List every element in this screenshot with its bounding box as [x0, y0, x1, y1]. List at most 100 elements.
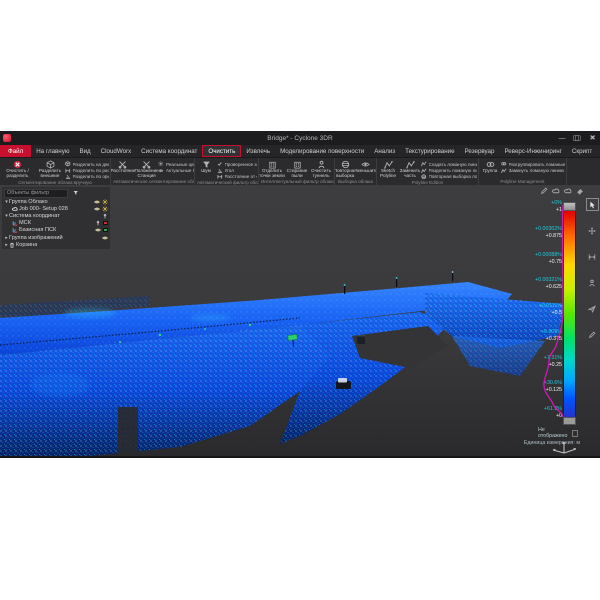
not-displayed-swatch[interactable] — [572, 430, 578, 437]
scale-value: +0.75 — [549, 260, 562, 265]
scale-value: +0.125 — [546, 388, 562, 393]
replace-part-button[interactable]: Заменить часть — [399, 159, 421, 179]
resample-polyline-icon — [421, 174, 427, 180]
intensity-button[interactable]: Актуальные блики — [158, 167, 194, 173]
tab-script[interactable]: Скрипт — [567, 145, 597, 157]
scale-value: +0.375 — [546, 337, 562, 342]
tab-surface-modeling[interactable]: Моделирование поверхности — [275, 145, 369, 157]
ungroup-icon — [501, 161, 507, 167]
scale-value: +0.625 — [546, 285, 562, 290]
segment-by-distance-button[interactable]: Расстояние — [111, 159, 135, 179]
tree-item-image-group[interactable]: ▸ Группа изображений — [4, 234, 108, 241]
ribbon-group-manual-segmentation: Очистить / разделить Разделить внешние т… — [0, 158, 111, 185]
segment-by-station-button[interactable]: Положение Станция — [135, 159, 159, 179]
viewport-3d[interactable]: ▾ Группа Облако Job 000- Setup 028 ▾ Сис… — [0, 185, 600, 456]
close-polyline-button[interactable]: Замкнуть ломаную линию — [501, 167, 565, 173]
tree-item-cloud-group[interactable]: ▾ Группа Облако — [4, 198, 108, 205]
scale-percent: +0.00088% — [535, 253, 562, 258]
sketch-polyline-button[interactable]: Sketch Polyline — [377, 159, 399, 179]
ribbon-group-polyline-management: Группа Разгруппировать ломаные линии Зам… — [479, 158, 567, 185]
create-polyline-icon — [421, 161, 427, 167]
pencil-tool-button[interactable] — [539, 186, 549, 196]
dust-removal-button[interactable]: Стирание пыли — [285, 159, 309, 179]
resample-button[interactable]: Повторная выборка — [335, 159, 356, 179]
group-polylines-button[interactable]: Группа — [479, 159, 501, 179]
checked-value-icon — [217, 161, 223, 167]
scale-gradient — [563, 211, 576, 417]
color-chip-green[interactable] — [103, 228, 108, 232]
cloud-grab-alt-button[interactable] — [563, 186, 573, 196]
scale-percent: +0.00302% — [535, 227, 562, 232]
noise-filter-button[interactable]: Шум — [195, 159, 217, 179]
scale-foot[interactable] — [563, 417, 576, 425]
tree-item-basis-ucs[interactable]: Базисная ПСК — [12, 227, 108, 234]
tree-item-coordinate-systems[interactable]: ▾ Система координат — [4, 212, 108, 219]
clean-divide-button[interactable]: Очистить / разделить — [0, 159, 35, 179]
scale-value: +1 — [556, 208, 562, 213]
axes-icon — [12, 227, 18, 233]
reduce-button[interactable]: Уменьшить — [356, 159, 377, 179]
scale-percent: +0.0111% — [539, 304, 562, 309]
tree-item-recycle-bin[interactable]: ▸ Корзина — [4, 241, 108, 248]
scale-value: +0.875 — [546, 234, 562, 239]
color-chip-red[interactable] — [103, 221, 108, 225]
filter-funnel-button[interactable] — [70, 189, 81, 198]
tab-clean[interactable]: Очистить — [202, 145, 241, 157]
split-polyline-icon — [421, 168, 427, 174]
cloud-grab-button[interactable] — [551, 186, 561, 196]
ribbon: Очистить / разделить Разделить внешние т… — [0, 158, 600, 185]
scale-percent: +7.31% — [544, 356, 562, 361]
scale-percent: +30.6% — [544, 381, 562, 386]
split-outer-points-button[interactable]: Разделить внешние точки — [35, 159, 65, 179]
minimize-button[interactable]: – — [559, 135, 563, 142]
scale-value: +0.25 — [549, 363, 562, 368]
navigation-axes-gizmo[interactable] — [546, 438, 582, 456]
cloud-eraser-button[interactable] — [575, 186, 585, 196]
tab-extract[interactable]: Извлечь — [241, 145, 275, 157]
eye-icon[interactable] — [102, 235, 108, 241]
tab-home[interactable]: На главную — [31, 145, 74, 157]
tab-cloudworx[interactable]: CloudWorx — [96, 145, 137, 157]
tab-tank[interactable]: Резервуар — [460, 145, 500, 157]
angle-icon — [217, 168, 223, 174]
tab-view[interactable]: Вид — [74, 145, 95, 157]
ribbon-group-polyline-edition: Sketch Polyline Заменить часть Создать л… — [377, 158, 479, 185]
ribbon-group-cloud-sampling: Повторная выборка Уменьшить Выборка обла… — [335, 158, 377, 185]
screenshot: Bridge* - Cyclone 3DR – ▢ ✕ – ▢ ✕ Файл Н… — [0, 0, 600, 600]
tree-item-msk[interactable]: МСК — [12, 220, 108, 227]
tab-reverse-engineering[interactable]: Реверс-Инжиниринг — [499, 145, 566, 157]
panel-menu-button[interactable] — [83, 189, 93, 197]
ribbon-group-auto-filter: Шум Проверенное значение Угол Расстояние… — [195, 158, 259, 185]
object-filter-input[interactable] — [4, 189, 68, 198]
split-distance-icon — [65, 168, 71, 174]
close-button[interactable]: ✕ — [589, 135, 595, 142]
window-title: Bridge* - Cyclone 3DR — [0, 135, 600, 142]
elevation-color-scale: +0% +1 +0.00302% +0.875 +0.00088% +0.75 … — [538, 199, 600, 445]
trash-icon — [9, 242, 15, 248]
split-orientation-icon — [65, 174, 71, 180]
scale-percent: +61.2% — [544, 407, 562, 412]
tree-item-scan-setup[interactable]: Job 000- Setup 028 — [12, 205, 108, 212]
scanner-distance-icon — [217, 174, 223, 180]
shadow-strip — [118, 407, 138, 456]
tab-texturing[interactable]: Текстурирование — [400, 145, 459, 157]
intensity-icon — [158, 168, 164, 174]
eye-icon[interactable] — [94, 206, 100, 212]
scale-percent: +0.808% — [541, 330, 562, 335]
pin-icon[interactable] — [95, 220, 101, 226]
eye-icon[interactable] — [95, 227, 101, 233]
sun-icon[interactable] — [102, 199, 108, 205]
sun-icon[interactable] — [102, 206, 108, 212]
maximize-button[interactable]: ▢ — [573, 135, 580, 142]
axes-icon — [12, 220, 18, 226]
ground-points-button[interactable]: Отделить точки земли — [259, 159, 285, 179]
tab-analysis[interactable]: Анализ — [369, 145, 400, 157]
color-scale-bar[interactable] — [563, 202, 576, 425]
pin-icon[interactable] — [102, 213, 108, 219]
clean-tunnel-button[interactable]: Очистить туннель — [309, 159, 333, 179]
scale-cap[interactable] — [563, 202, 576, 211]
tab-file[interactable]: Файл — [0, 145, 31, 157]
eye-icon[interactable] — [94, 199, 100, 205]
tab-coordinate-system[interactable]: Система координат — [136, 145, 202, 157]
scale-percent: +0.00321% — [535, 278, 562, 283]
